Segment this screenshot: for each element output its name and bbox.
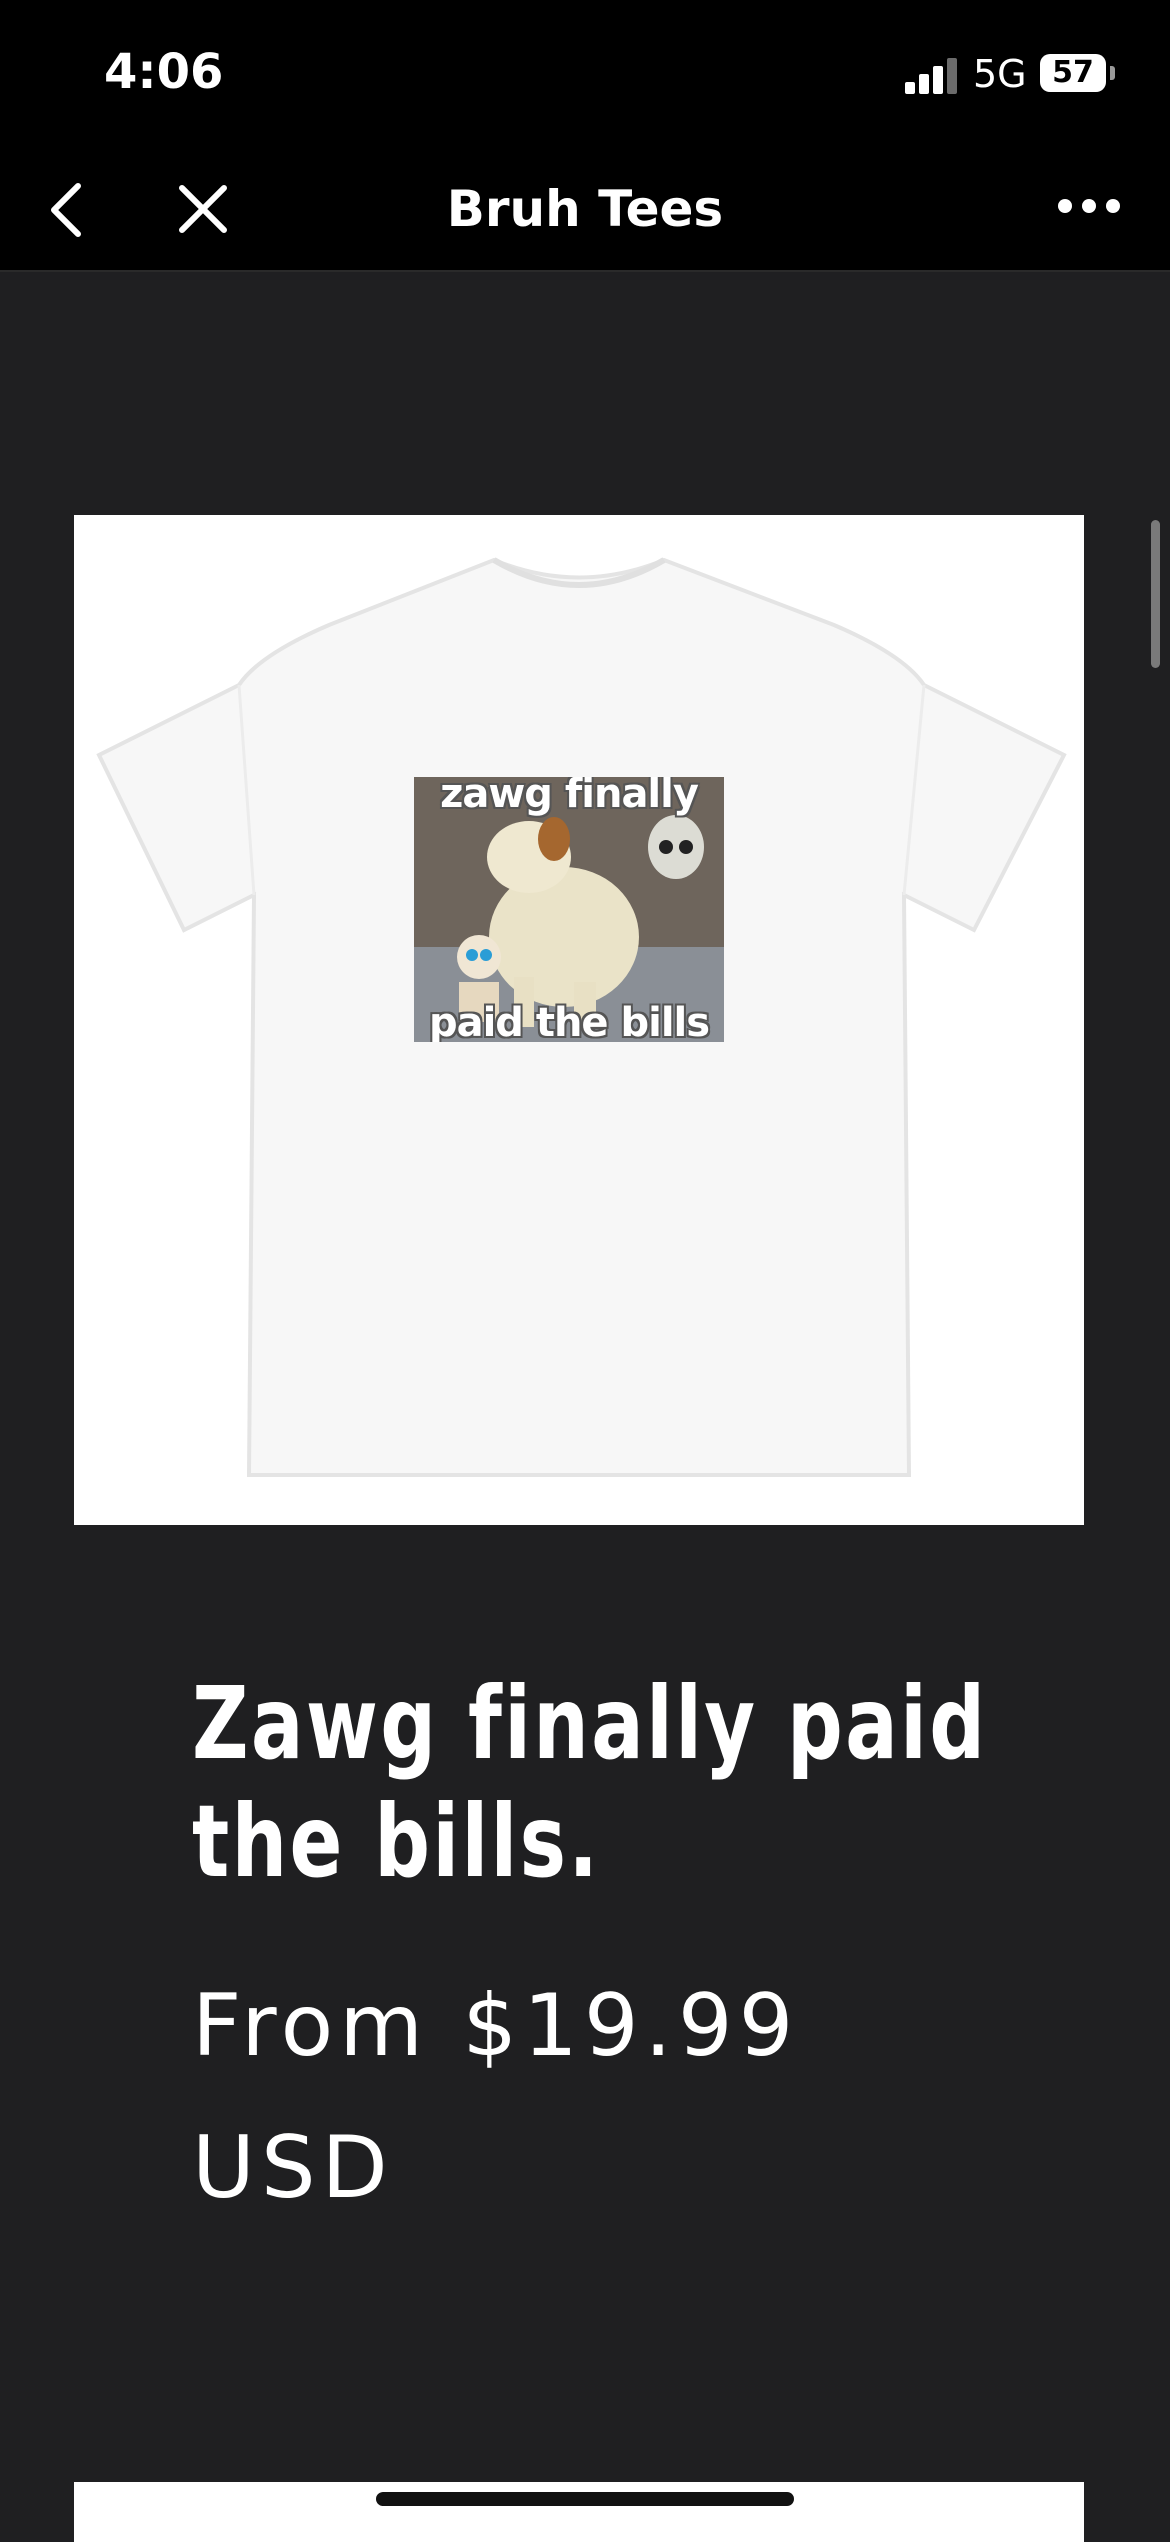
more-button[interactable] <box>1040 150 1150 270</box>
more-horizontal-icon <box>1058 199 1120 213</box>
status-bar: 4:06 5G 57 <box>0 0 1170 150</box>
battery-icon: 57 <box>1040 54 1106 92</box>
product-title: Zawg finally paid the bills. <box>192 1665 988 1900</box>
network-type: 5G <box>973 52 1027 96</box>
product-price: From $19.99 USD <box>192 1976 800 2218</box>
home-indicator[interactable] <box>376 2492 794 2506</box>
page-title: Bruh Tees <box>446 180 724 238</box>
meme-caption-bottom: paid the bills <box>428 1000 710 1042</box>
next-product-image[interactable] <box>74 2482 1084 2542</box>
product-image[interactable]: zawg finally paid the bills <box>74 515 1084 1525</box>
signal-icon <box>905 56 957 94</box>
status-time: 4:06 <box>104 44 224 100</box>
scrollbar[interactable] <box>1151 520 1160 668</box>
shirt-print-graphic: zawg finally paid the bills <box>414 777 724 1042</box>
browser-nav-bar: Bruh Tees <box>0 150 1170 272</box>
battery-cap <box>1110 66 1115 80</box>
meme-caption-top: zawg finally <box>440 777 699 817</box>
